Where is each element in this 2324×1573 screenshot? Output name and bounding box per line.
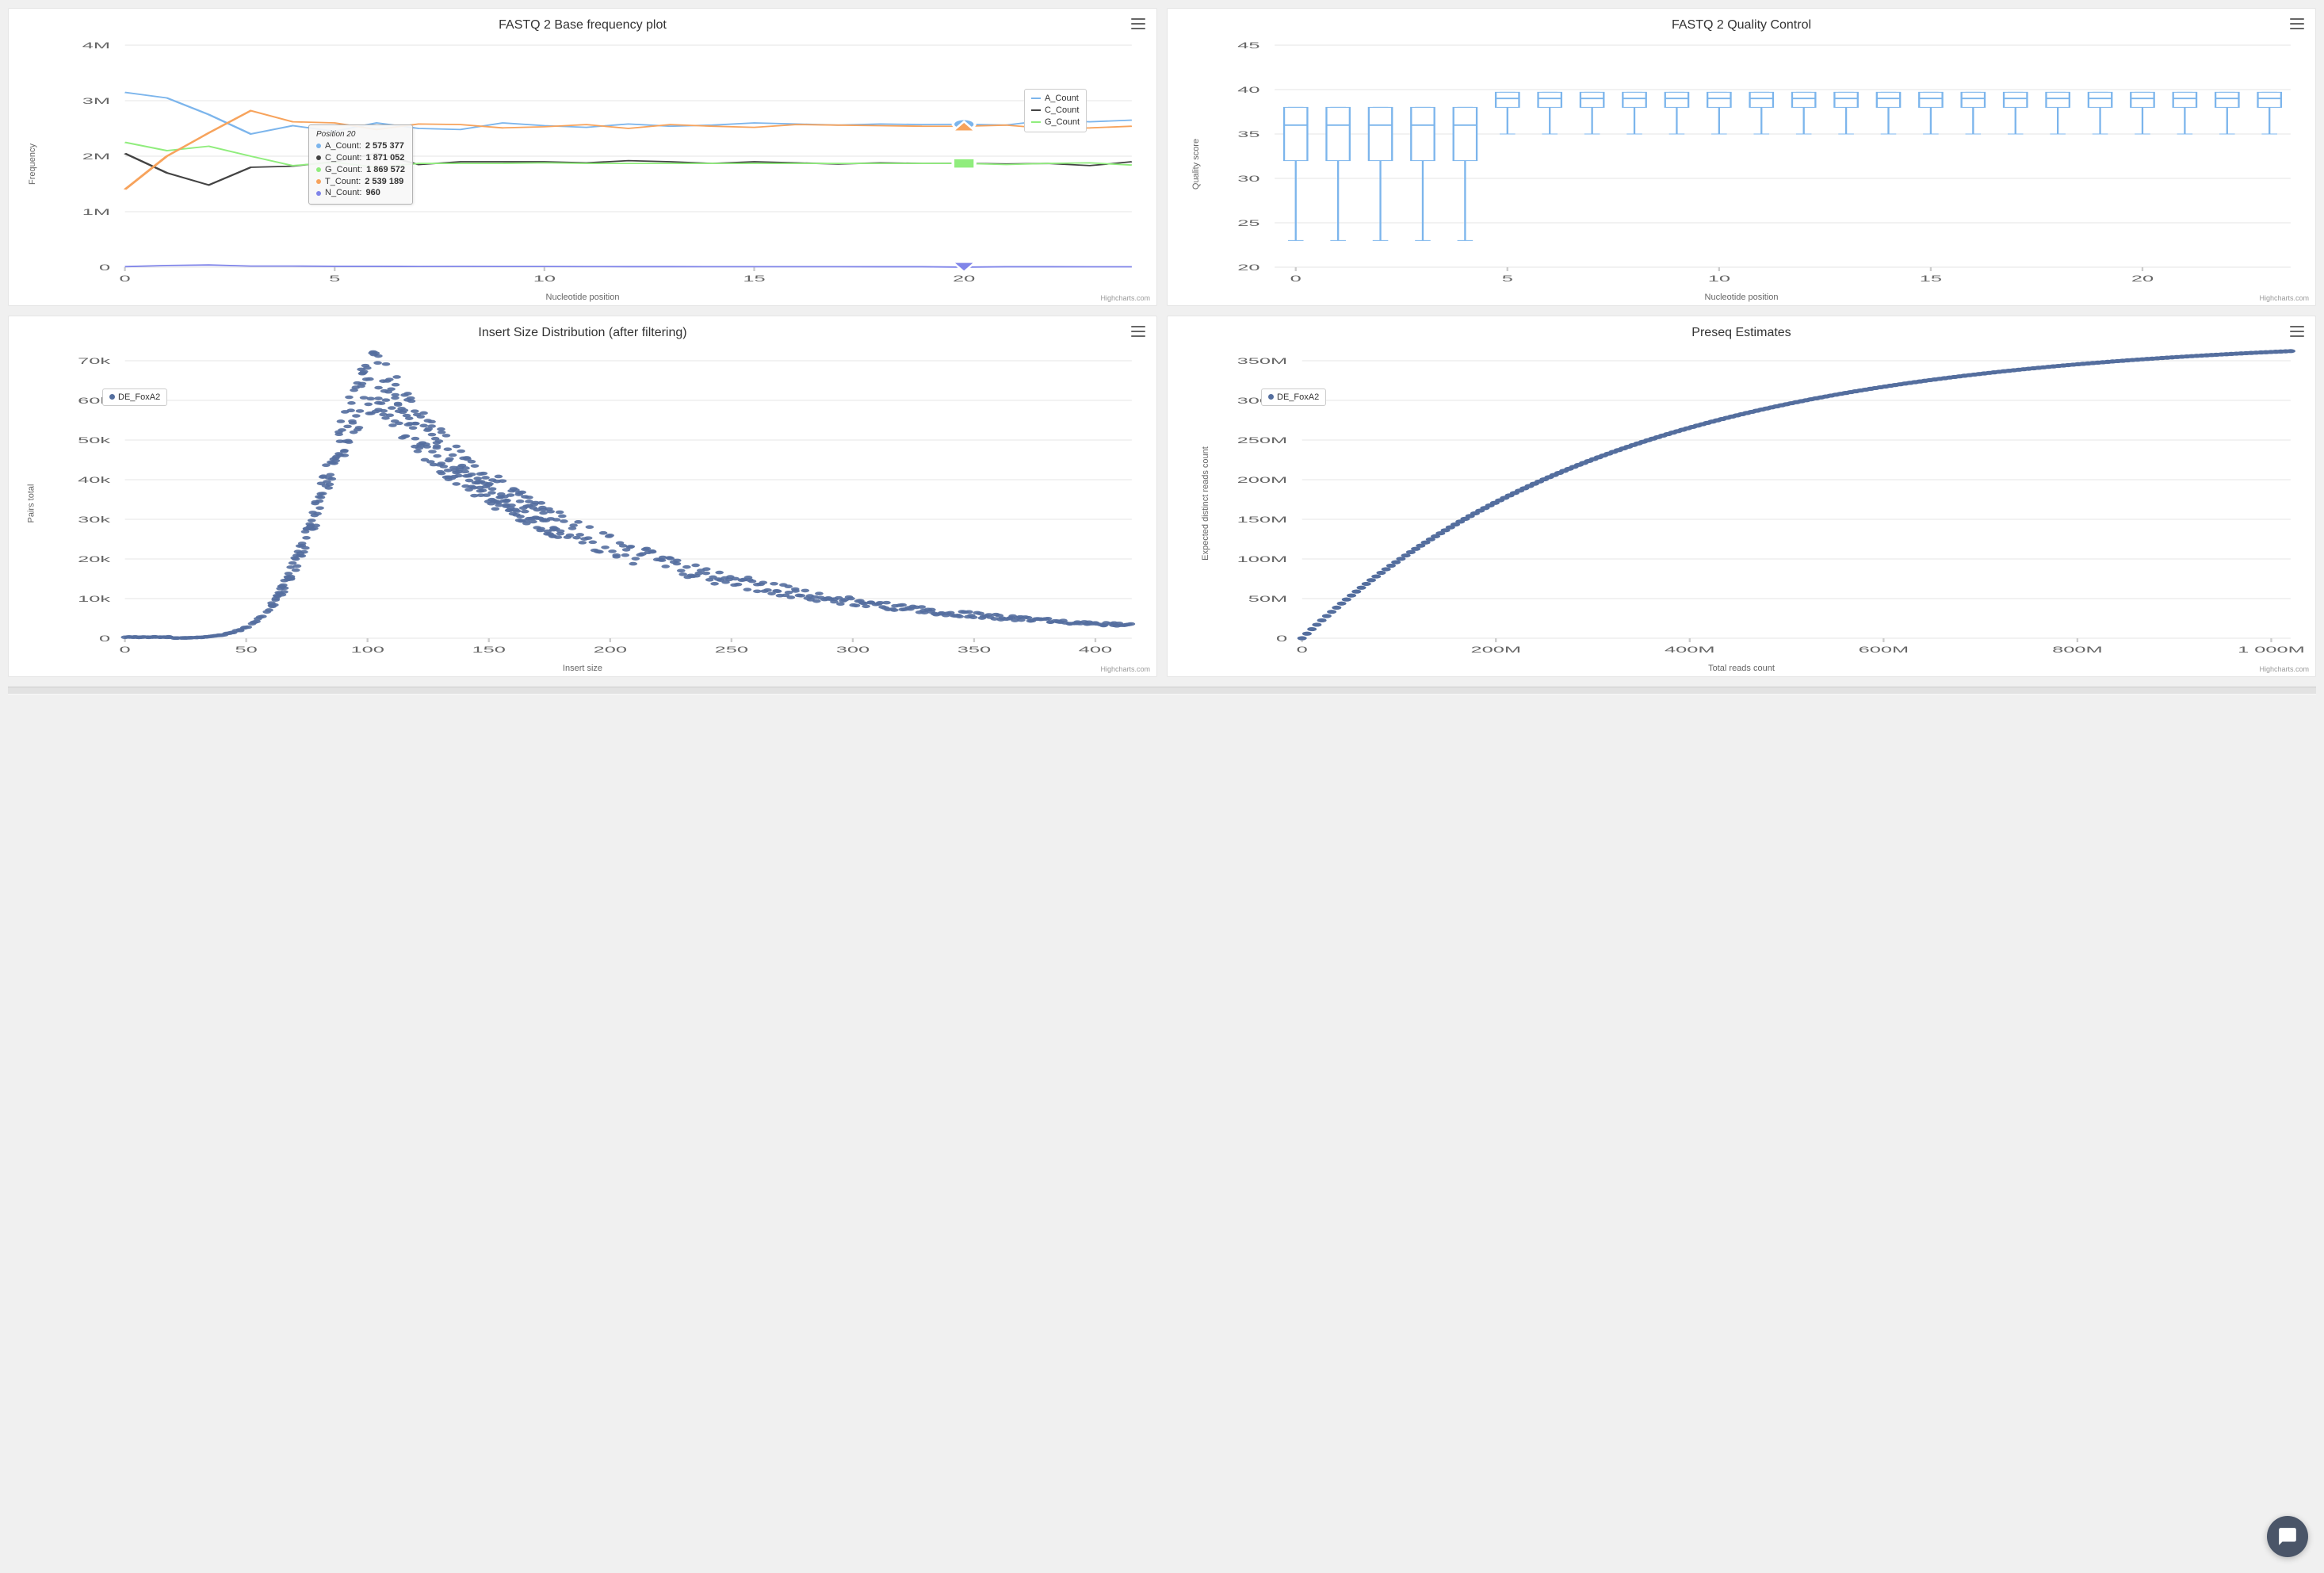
svg-text:10: 10 bbox=[533, 274, 556, 283]
svg-text:0: 0 bbox=[120, 274, 131, 283]
svg-text:10k: 10k bbox=[78, 594, 110, 603]
svg-text:50M: 50M bbox=[1248, 594, 1287, 603]
legend-item[interactable]: A_Count bbox=[1031, 93, 1080, 105]
credit-link[interactable]: Highcharts.com bbox=[1100, 294, 1150, 302]
credit-link[interactable]: Highcharts.com bbox=[1100, 665, 1150, 673]
scatter-chart: 010k20k30k40k50k60k70k050100150200250300… bbox=[15, 345, 1150, 662]
svg-text:5: 5 bbox=[329, 274, 340, 283]
svg-text:200M: 200M bbox=[1470, 645, 1521, 654]
scatter-chart: 050M100M150M200M250M300M350M0200M400M600… bbox=[1174, 345, 2309, 662]
svg-text:800M: 800M bbox=[2052, 645, 2103, 654]
svg-text:30: 30 bbox=[1237, 174, 1259, 183]
panel-insert-size: Insert Size Distribution (after filterin… bbox=[8, 316, 1157, 677]
legend-item[interactable]: C_Count bbox=[1031, 105, 1080, 117]
svg-text:2M: 2M bbox=[82, 151, 110, 161]
svg-text:0: 0 bbox=[99, 262, 110, 272]
y-axis-label: Pairs total bbox=[26, 484, 36, 523]
y-axis-label: Expected distinct reads count bbox=[1201, 446, 1210, 561]
svg-text:40k: 40k bbox=[78, 475, 110, 484]
svg-text:150: 150 bbox=[472, 645, 506, 654]
svg-text:40: 40 bbox=[1237, 85, 1259, 94]
svg-text:400: 400 bbox=[1079, 645, 1113, 654]
panel-quality-control: FASTQ 2 Quality Control Quality score 20… bbox=[1167, 8, 2316, 306]
svg-text:0: 0 bbox=[1290, 274, 1302, 283]
svg-text:600M: 600M bbox=[1859, 645, 1909, 654]
x-axis-label: Nucleotide position bbox=[1174, 293, 2309, 302]
svg-text:3M: 3M bbox=[82, 96, 110, 105]
boxplot-chart: 20 25 30 35 40 45 0 5 10 15 20 bbox=[1174, 37, 2309, 291]
panel-base-frequency: FASTQ 2 Base frequency plot Frequency 0 1… bbox=[8, 8, 1157, 306]
chart-title: Insert Size Distribution (after filterin… bbox=[15, 326, 1150, 340]
svg-text:10: 10 bbox=[1708, 274, 1730, 283]
svg-text:100M: 100M bbox=[1237, 554, 1288, 564]
svg-text:20k: 20k bbox=[78, 554, 110, 564]
svg-text:20: 20 bbox=[1237, 262, 1259, 272]
svg-text:350: 350 bbox=[958, 645, 992, 654]
x-axis-label: Insert size bbox=[15, 664, 1150, 673]
svg-text:100: 100 bbox=[351, 645, 385, 654]
legend-box[interactable]: DE_FoxA2 bbox=[1261, 388, 1326, 406]
svg-text:30k: 30k bbox=[78, 515, 110, 524]
svg-text:250M: 250M bbox=[1237, 435, 1288, 445]
svg-text:45: 45 bbox=[1237, 40, 1259, 50]
svg-text:0: 0 bbox=[1276, 633, 1287, 643]
svg-text:0: 0 bbox=[99, 633, 110, 643]
menu-icon[interactable] bbox=[1131, 326, 1145, 337]
svg-text:0: 0 bbox=[1297, 645, 1308, 654]
svg-text:400M: 400M bbox=[1665, 645, 1715, 654]
y-axis-label: Frequency bbox=[28, 144, 37, 185]
svg-text:0: 0 bbox=[120, 645, 131, 654]
legend-dot-icon bbox=[1268, 394, 1274, 400]
svg-text:350M: 350M bbox=[1237, 356, 1288, 366]
svg-text:300: 300 bbox=[836, 645, 870, 654]
menu-icon[interactable] bbox=[2290, 326, 2304, 337]
svg-text:150M: 150M bbox=[1237, 515, 1288, 524]
chart-title: FASTQ 2 Quality Control bbox=[1174, 18, 2309, 33]
legend-box[interactable]: A_Count C_Count G_Count bbox=[1024, 89, 1087, 132]
chat-button[interactable] bbox=[2267, 1516, 2308, 1557]
menu-icon[interactable] bbox=[1131, 18, 1145, 29]
svg-text:20: 20 bbox=[953, 274, 975, 283]
svg-text:4M: 4M bbox=[82, 40, 110, 50]
svg-text:15: 15 bbox=[1920, 274, 1942, 283]
svg-text:200M: 200M bbox=[1237, 475, 1288, 484]
legend-box[interactable]: DE_FoxA2 bbox=[102, 388, 167, 406]
x-axis-label: Total reads count bbox=[1174, 664, 2309, 673]
credit-link[interactable]: Highcharts.com bbox=[2259, 665, 2309, 673]
svg-text:5: 5 bbox=[1502, 274, 1513, 283]
svg-text:200: 200 bbox=[594, 645, 628, 654]
svg-text:15: 15 bbox=[743, 274, 765, 283]
svg-text:20: 20 bbox=[2131, 274, 2154, 283]
credit-link[interactable]: Highcharts.com bbox=[2259, 294, 2309, 302]
svg-text:50: 50 bbox=[235, 645, 258, 654]
svg-text:50k: 50k bbox=[78, 435, 110, 445]
line-chart: 0 1M 2M 3M 4M 0 5 10 15 20 bbox=[15, 37, 1150, 291]
chart-title: FASTQ 2 Base frequency plot bbox=[15, 18, 1150, 33]
chart-title: Preseq Estimates bbox=[1174, 326, 2309, 340]
svg-text:1 000M: 1 000M bbox=[2238, 645, 2305, 654]
legend-dot-icon bbox=[109, 394, 115, 400]
svg-text:70k: 70k bbox=[78, 356, 110, 366]
y-axis-label: Quality score bbox=[1191, 139, 1201, 189]
footer-divider bbox=[8, 687, 2316, 695]
chat-icon bbox=[2277, 1526, 2298, 1547]
svg-text:250: 250 bbox=[715, 645, 749, 654]
legend-item[interactable]: G_Count bbox=[1031, 117, 1080, 128]
svg-text:25: 25 bbox=[1237, 218, 1259, 228]
x-axis-label: Nucleotide position bbox=[15, 293, 1150, 302]
menu-icon[interactable] bbox=[2290, 18, 2304, 29]
svg-text:35: 35 bbox=[1237, 129, 1259, 139]
panel-preseq: Preseq Estimates Expected distinct reads… bbox=[1167, 316, 2316, 677]
svg-text:1M: 1M bbox=[82, 207, 110, 216]
